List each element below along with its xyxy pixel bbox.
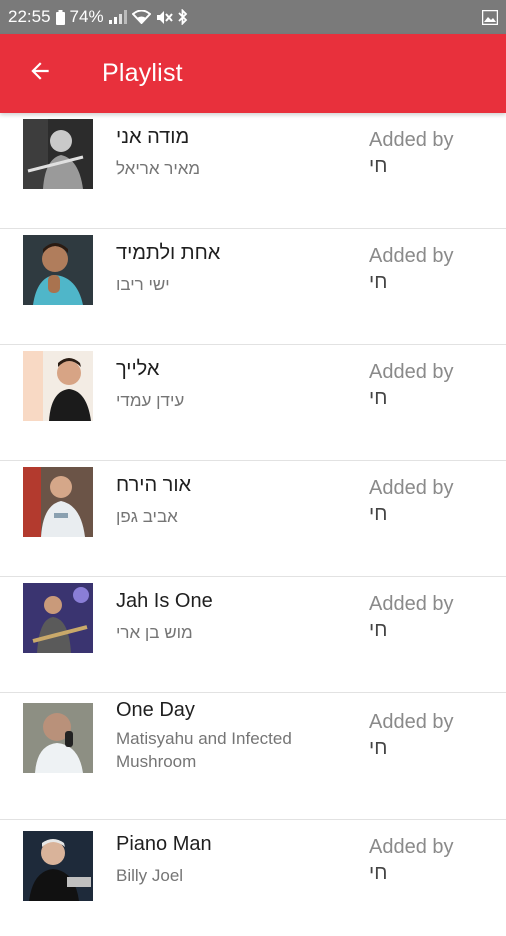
playlist-item[interactable]: מודה אני מאיר אריאל Added by חי — [0, 113, 506, 229]
playlist-item[interactable]: Jah Is One מוש בן ארי Added by חי — [0, 577, 506, 693]
added-by-label: Added by — [369, 477, 454, 499]
app-bar: Playlist — [0, 34, 506, 113]
arrow-back-icon — [27, 58, 53, 89]
back-button[interactable] — [0, 34, 80, 113]
status-time: 22:55 — [8, 7, 51, 26]
page-title: Playlist — [102, 59, 183, 87]
bluetooth-icon — [177, 9, 188, 25]
song-title: Piano Man — [116, 833, 212, 855]
song-title: Jah Is One — [116, 590, 213, 612]
song-title: אחת ולתמיד — [116, 242, 221, 264]
album-art — [23, 351, 93, 421]
added-by-user: חי — [369, 619, 388, 641]
song-title: אלייך — [116, 358, 160, 380]
added-by-user: חי — [369, 271, 388, 293]
song-title: מודה אני — [116, 126, 190, 148]
added-by-user: חי — [369, 503, 388, 525]
added-by-label: Added by — [369, 593, 454, 615]
playlist-item[interactable]: אחת ולתמיד ישי ריבו Added by חי — [0, 229, 506, 345]
added-by-user: חי — [369, 862, 388, 884]
mute-icon — [156, 10, 173, 25]
album-art — [23, 119, 93, 189]
song-artist: מוש בן ארי — [116, 623, 193, 642]
added-by-label: Added by — [369, 836, 454, 858]
battery-icon — [55, 9, 65, 25]
image-icon — [482, 9, 498, 25]
album-art — [23, 235, 93, 305]
song-title: אור הירח — [116, 474, 192, 496]
playlist-item[interactable]: One Day Matisyahu and Infected Mushroom … — [0, 693, 506, 820]
playlist-list: מודה אני מאיר אריאל Added by חי אחת ולתמ… — [0, 113, 506, 936]
added-by-label: Added by — [369, 361, 454, 383]
playlist-item[interactable]: אור הירח אביב גפן Added by חי — [0, 461, 506, 577]
playlist-item[interactable]: אלייך עידן עמדי Added by חי — [0, 345, 506, 461]
song-artist: Billy Joel — [116, 866, 184, 885]
added-by-user: חי — [369, 387, 388, 409]
album-art — [23, 583, 93, 653]
added-by-user: חי — [369, 737, 388, 759]
added-by-label: Added by — [369, 711, 454, 733]
wifi-icon — [131, 10, 151, 24]
playlist-item[interactable]: Piano Man Billy Joel Added by חי — [0, 820, 506, 936]
song-artist: אביב גפן — [116, 507, 178, 526]
album-art — [23, 831, 93, 901]
added-by-label: Added by — [369, 245, 454, 267]
album-art — [23, 703, 93, 773]
added-by-label: Added by — [369, 129, 454, 151]
song-artist: מאיר אריאל — [116, 159, 201, 178]
song-title: One Day — [116, 699, 195, 721]
song-artist: Matisyahu and Infected Mushroom — [116, 729, 292, 771]
song-artist: עידן עמדי — [116, 391, 185, 410]
album-art — [23, 467, 93, 537]
signal-icon — [108, 10, 127, 24]
added-by-user: חי — [369, 155, 388, 177]
song-artist: ישי ריבו — [116, 275, 170, 294]
status-bar: 22:55 74% — [0, 0, 506, 34]
battery-percent: 74% — [69, 7, 104, 26]
